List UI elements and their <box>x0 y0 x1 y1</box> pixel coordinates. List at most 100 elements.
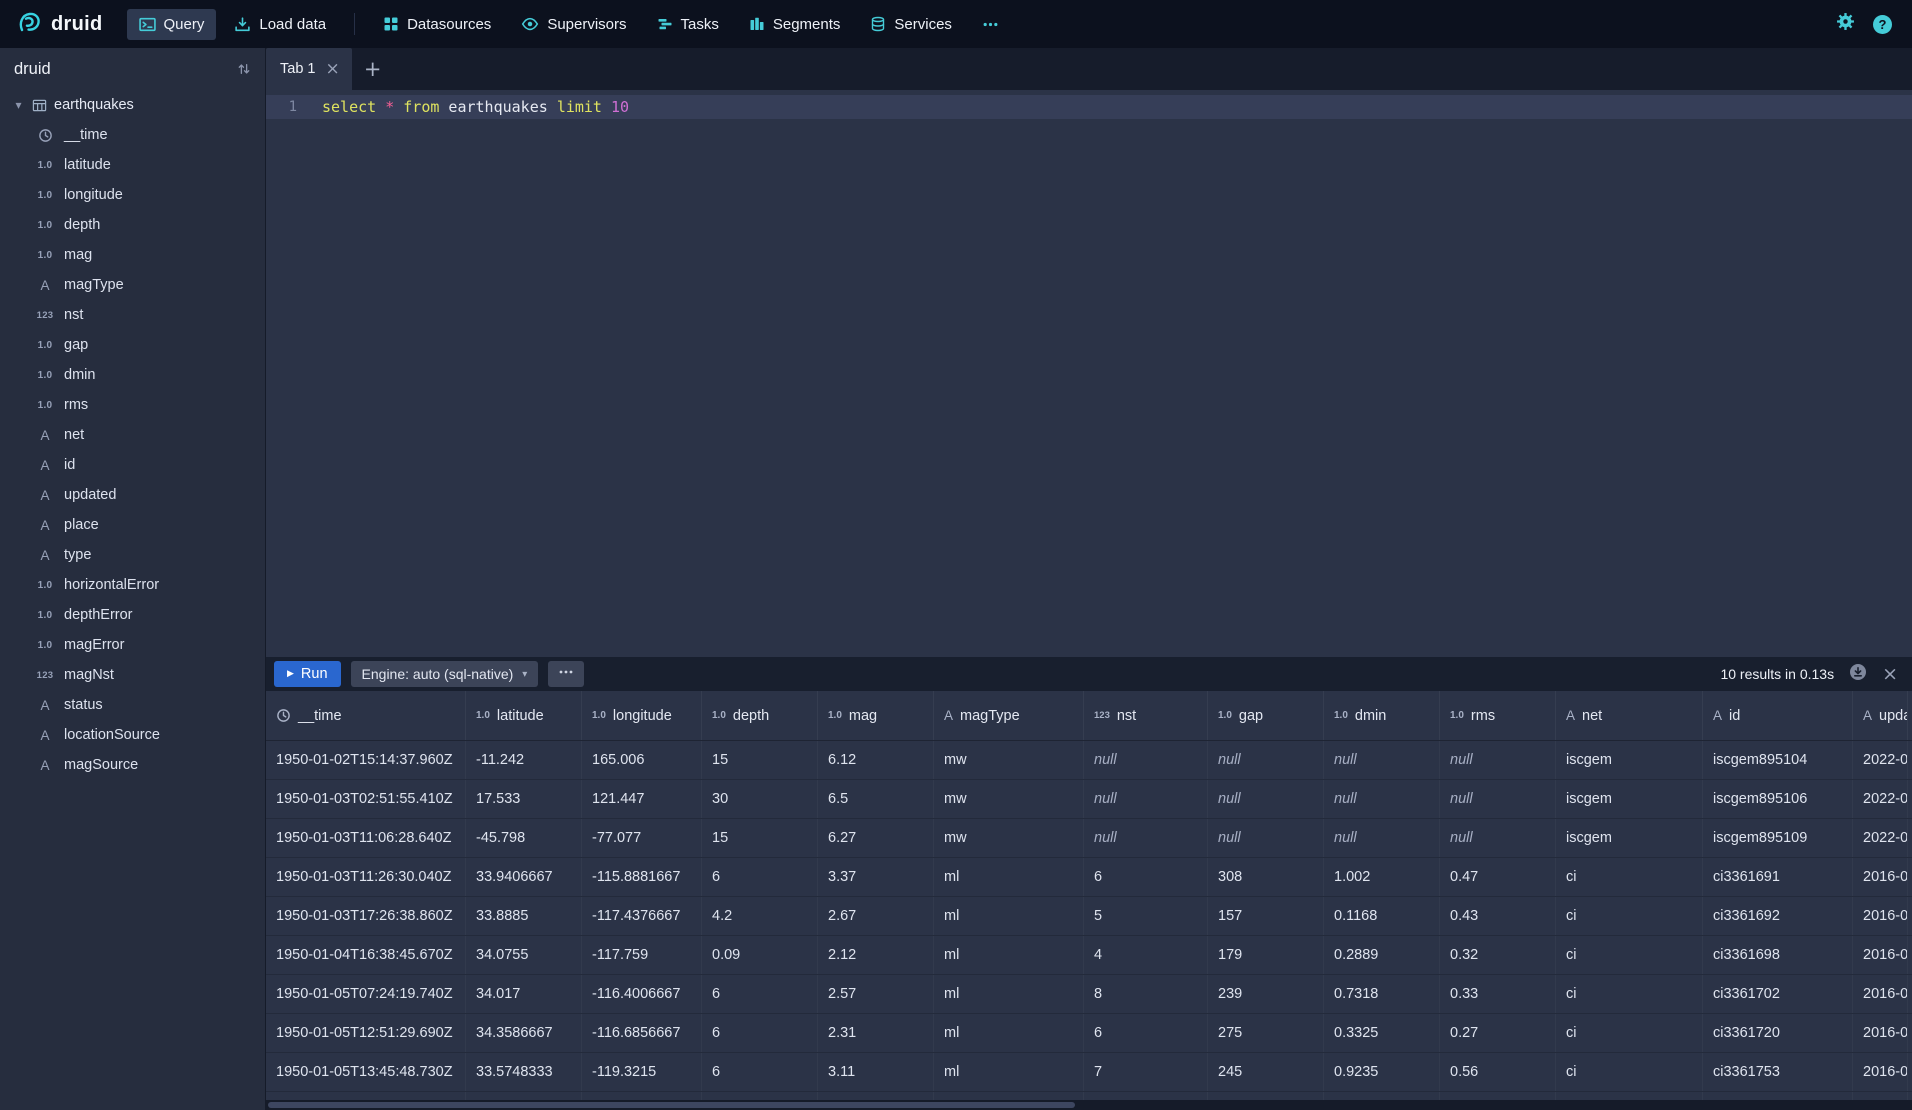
cell-mag[interactable]: 3.11 <box>818 1053 934 1091</box>
tab-1[interactable]: Tab 1 × <box>266 48 352 90</box>
cell-dmin[interactable]: null <box>1324 819 1440 857</box>
cell-updated[interactable]: 2022-0 <box>1853 780 1908 818</box>
cell-depth[interactable]: 6 <box>702 858 818 896</box>
cell-gap[interactable]: null <box>1208 819 1324 857</box>
nav-item-datasources[interactable]: Datasources <box>371 9 503 40</box>
sidebar-item-magSource[interactable]: AmagSource <box>0 750 265 780</box>
run-button[interactable]: ▶ Run <box>274 661 341 687</box>
cell-dmin[interactable]: null <box>1324 780 1440 818</box>
double-caret-sort-icon[interactable] <box>237 62 251 76</box>
cell-depth[interactable]: 0.09 <box>702 936 818 974</box>
cell-nst[interactable]: 6 <box>1084 858 1208 896</box>
column-header-gap[interactable]: 1.0gap <box>1208 691 1324 740</box>
tab-close-icon[interactable]: × <box>325 61 339 78</box>
cell-longitude[interactable]: -116.6856667 <box>582 1014 702 1052</box>
cell-longitude[interactable]: -115.8881667 <box>582 858 702 896</box>
help-button[interactable]: ? <box>1873 15 1892 34</box>
cell-magType[interactable]: ml <box>934 1014 1084 1052</box>
cell-__time[interactable]: 1950-01-03T17:26:38.860Z <box>266 897 466 935</box>
sidebar-item-gap[interactable]: 1.0gap <box>0 330 265 360</box>
cell-latitude[interactable]: 34.017 <box>466 975 582 1013</box>
cell-nst[interactable]: 7 <box>1084 1053 1208 1091</box>
cell-__time[interactable]: 1950-01-05T12:51:29.690Z <box>266 1014 466 1052</box>
cell-mag[interactable]: 6.27 <box>818 819 934 857</box>
cell-__time[interactable]: 1950-01-03T11:06:28.640Z <box>266 819 466 857</box>
cell-updated[interactable]: 2016-0 <box>1853 1014 1908 1052</box>
cell-id[interactable]: ci3361692 <box>1703 897 1853 935</box>
more-options-button[interactable] <box>548 661 584 687</box>
cell-dmin[interactable]: 0.9235 <box>1324 1053 1440 1091</box>
cell-id[interactable]: ci3361691 <box>1703 858 1853 896</box>
cell-depth[interactable]: 6 <box>702 1053 818 1091</box>
cell-latitude[interactable]: -11.242 <box>466 741 582 779</box>
sidebar-item-latitude[interactable]: 1.0latitude <box>0 150 265 180</box>
column-header-depth[interactable]: 1.0depth <box>702 691 818 740</box>
cell-mag[interactable]: 2.67 <box>818 897 934 935</box>
cell-rms[interactable]: null <box>1440 780 1556 818</box>
cell-rms[interactable]: 0.56 <box>1440 1053 1556 1091</box>
cell-rms[interactable]: null <box>1440 741 1556 779</box>
cell-gap[interactable]: 157 <box>1208 897 1324 935</box>
cell-mag[interactable]: 2.57 <box>818 975 934 1013</box>
sidebar-item-dmin[interactable]: 1.0dmin <box>0 360 265 390</box>
column-header-net[interactable]: Anet <box>1556 691 1703 740</box>
cell-dmin[interactable]: 1.002 <box>1324 858 1440 896</box>
cell-gap[interactable]: null <box>1208 741 1324 779</box>
cell-longitude[interactable]: -117.4376667 <box>582 897 702 935</box>
sidebar-item-status[interactable]: Astatus <box>0 690 265 720</box>
cell-depth[interactable]: 6 <box>702 1014 818 1052</box>
sidebar-item-place[interactable]: Aplace <box>0 510 265 540</box>
cell-__time[interactable]: 1950-01-05T07:24:19.740Z <box>266 975 466 1013</box>
sidebar-item-horizontalError[interactable]: 1.0horizontalError <box>0 570 265 600</box>
cell-updated[interactable]: 2016-0 <box>1853 897 1908 935</box>
sidebar-item-type[interactable]: Atype <box>0 540 265 570</box>
cell-updated[interactable]: 2016-0 <box>1853 858 1908 896</box>
nav-item-tasks[interactable]: Tasks <box>645 9 731 40</box>
cell-latitude[interactable]: 33.5748333 <box>466 1053 582 1091</box>
cell-dmin[interactable]: 0.3325 <box>1324 1014 1440 1052</box>
cell-magType[interactable]: mw <box>934 780 1084 818</box>
query-editor[interactable]: 1 select * from earthquakes limit 10 <box>266 90 1912 657</box>
column-header-dmin[interactable]: 1.0dmin <box>1324 691 1440 740</box>
cell-id[interactable]: ci3361702 <box>1703 975 1853 1013</box>
cell-depth[interactable]: 4.2 <box>702 897 818 935</box>
cell-magType[interactable]: ml <box>934 897 1084 935</box>
column-header-latitude[interactable]: 1.0latitude <box>466 691 582 740</box>
cell-magType[interactable]: mw <box>934 819 1084 857</box>
cell-net[interactable]: ci <box>1556 1053 1703 1091</box>
cell-__time[interactable]: 1950-01-03T11:26:30.040Z <box>266 858 466 896</box>
cell-net[interactable]: ci <box>1556 897 1703 935</box>
cell-longitude[interactable]: 121.447 <box>582 780 702 818</box>
cell-latitude[interactable]: 34.3586667 <box>466 1014 582 1052</box>
column-header-nst[interactable]: 123nst <box>1084 691 1208 740</box>
cell-latitude[interactable]: 33.9406667 <box>466 858 582 896</box>
cell-__time[interactable]: 1950-01-04T16:38:45.670Z <box>266 936 466 974</box>
cell-magType[interactable]: ml <box>934 1053 1084 1091</box>
cell-depth[interactable]: 6 <box>702 975 818 1013</box>
cell-latitude[interactable]: 34.0755 <box>466 936 582 974</box>
cell-net[interactable]: ci <box>1556 858 1703 896</box>
sidebar-item-magType[interactable]: AmagType <box>0 270 265 300</box>
sidebar-item-rms[interactable]: 1.0rms <box>0 390 265 420</box>
cell-id[interactable]: ci3361698 <box>1703 936 1853 974</box>
cell-dmin[interactable]: 0.7318 <box>1324 975 1440 1013</box>
sidebar-item-mag[interactable]: 1.0mag <box>0 240 265 270</box>
cell-rms[interactable]: 0.33 <box>1440 975 1556 1013</box>
cell-mag[interactable]: 2.31 <box>818 1014 934 1052</box>
cell-net[interactable]: ci <box>1556 936 1703 974</box>
nav-item-more[interactable] <box>970 9 1011 40</box>
cell-dmin[interactable]: null <box>1324 741 1440 779</box>
cell-nst[interactable]: 8 <box>1084 975 1208 1013</box>
cell-rms[interactable]: 0.32 <box>1440 936 1556 974</box>
sidebar-item-locationSource[interactable]: AlocationSource <box>0 720 265 750</box>
cell-rms[interactable]: 0.43 <box>1440 897 1556 935</box>
sidebar-item-net[interactable]: Anet <box>0 420 265 450</box>
cell-latitude[interactable]: -45.798 <box>466 819 582 857</box>
cell-mag[interactable]: 2.12 <box>818 936 934 974</box>
sidebar-item-id[interactable]: Aid <box>0 450 265 480</box>
cell-dmin[interactable]: 0.2889 <box>1324 936 1440 974</box>
cell-net[interactable]: iscgem <box>1556 780 1703 818</box>
cell-mag[interactable]: 6.5 <box>818 780 934 818</box>
cell-gap[interactable]: null <box>1208 780 1324 818</box>
cell-depth[interactable]: 15 <box>702 819 818 857</box>
